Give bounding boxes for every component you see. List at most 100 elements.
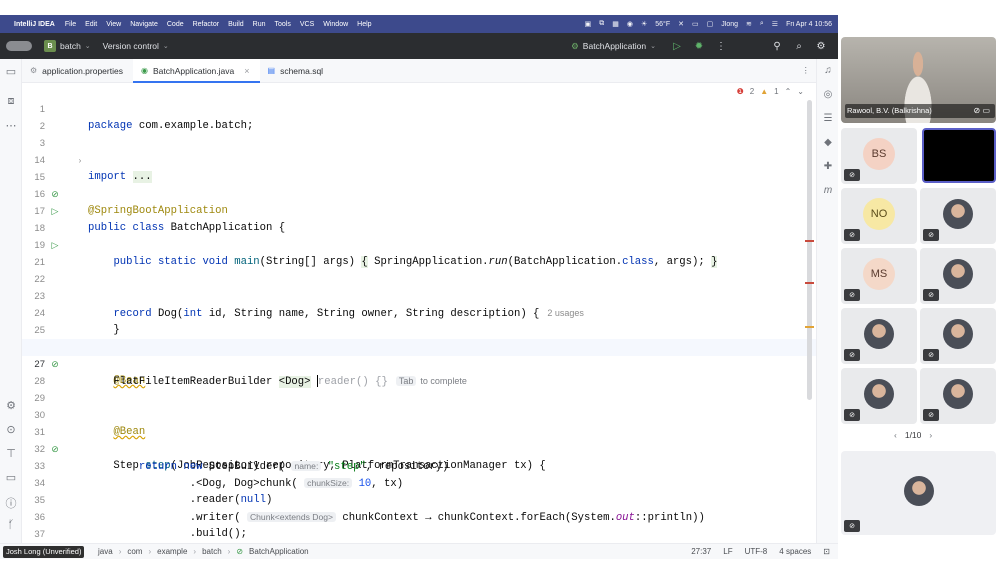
display-icon[interactable]: ▢ bbox=[707, 20, 714, 28]
tab-schema-sql[interactable]: ▤ schema.sql bbox=[260, 59, 334, 82]
datetime-label[interactable]: Fri Apr 4 10:56 bbox=[786, 21, 832, 28]
debug-icon[interactable]: ✹ bbox=[688, 41, 710, 52]
code-line[interactable]: 23 record Dog(int id, String name, Strin… bbox=[22, 271, 816, 320]
ai-assistant-icon[interactable]: ◎ bbox=[817, 89, 839, 100]
run-configuration-selector[interactable]: ⚙ BatchApplication ⌄ bbox=[571, 41, 656, 52]
participant-tile[interactable]: ⊘ bbox=[920, 248, 996, 304]
structure-icon[interactable]: ⧈ bbox=[0, 95, 22, 108]
run-tool-icon[interactable]: ⊙ bbox=[0, 423, 22, 436]
add-user-icon[interactable]: ⚲ bbox=[766, 41, 788, 52]
participant-tile[interactable]: MS ⊘ bbox=[841, 248, 917, 304]
tab-batchapplication-java[interactable]: ◉ BatchApplication.java × bbox=[132, 59, 260, 83]
menu-code[interactable]: Code bbox=[167, 21, 184, 28]
menu-run[interactable]: Run bbox=[253, 21, 266, 28]
teams-status-icon[interactable]: ▣ bbox=[585, 20, 592, 28]
participant-tile[interactable]: ⊘ bbox=[841, 308, 917, 364]
line-separator[interactable]: LF bbox=[723, 547, 732, 556]
user-label[interactable]: Jlong bbox=[721, 21, 738, 28]
menu-help[interactable]: Help bbox=[357, 21, 371, 28]
code-line[interactable]: 1 package com.example.batch; bbox=[22, 84, 816, 132]
chevron-left-icon[interactable]: ‹ bbox=[894, 430, 897, 440]
wifi-icon[interactable]: ≋ bbox=[746, 20, 752, 28]
participant-tile[interactable]: ⊘ bbox=[841, 368, 917, 424]
code-line[interactable]: 14 bbox=[22, 135, 816, 166]
code-line[interactable]: 31 ⊘ Step step(JobRepository repository,… bbox=[22, 407, 816, 472]
chevron-down-icon[interactable]: ⌄ bbox=[85, 42, 91, 50]
app-menu[interactable]: IntelliJ IDEA bbox=[14, 21, 55, 28]
breadcrumb-item[interactable]: BatchApplication bbox=[249, 547, 309, 556]
breadcrumb-item[interactable]: com bbox=[127, 547, 142, 556]
tab-more-icon[interactable]: ⋮ bbox=[802, 59, 817, 82]
more-vertical-icon[interactable]: ⋮ bbox=[710, 41, 732, 52]
notifications-bell-icon[interactable]: ♫ bbox=[817, 65, 839, 76]
code-line[interactable]: 21 bbox=[22, 237, 816, 268]
breadcrumb-item[interactable]: batch bbox=[202, 547, 222, 556]
menu-refactor[interactable]: Refactor bbox=[193, 21, 219, 28]
weather-icon[interactable]: ☀ bbox=[641, 20, 647, 28]
indent-setting[interactable]: 4 spaces bbox=[779, 547, 811, 556]
maven-icon[interactable]: m bbox=[817, 185, 839, 196]
lock-icon[interactable]: ⊡ bbox=[823, 547, 830, 556]
terminal-icon[interactable]: ▭ bbox=[0, 471, 22, 484]
menu-view[interactable]: View bbox=[106, 21, 121, 28]
close-icon[interactable]: × bbox=[244, 66, 249, 76]
code-line[interactable]: 37 } bbox=[22, 509, 816, 540]
menu-edit[interactable]: Edit bbox=[85, 21, 97, 28]
caret-position[interactable]: 27:37 bbox=[691, 547, 711, 556]
breadcrumb-item[interactable]: java bbox=[98, 547, 113, 556]
project-folder-icon[interactable]: ▭ bbox=[0, 65, 22, 78]
code-line[interactable]: 18 ▷ public static void main(String[] ar… bbox=[22, 203, 816, 268]
gradle-icon[interactable]: ◆ bbox=[817, 137, 839, 148]
participant-tile[interactable]: ⊘ bbox=[841, 451, 996, 535]
code-line[interactable]: 17 bbox=[22, 186, 816, 217]
code-line[interactable]: 3 › import ... bbox=[22, 118, 816, 183]
participant-tile[interactable]: ⊘ bbox=[920, 188, 996, 244]
code-line[interactable]: 25 bbox=[22, 305, 816, 336]
code-line-current[interactable]: 27 FlatFileItemReaderBuilder <Dog> reade… bbox=[22, 339, 816, 388]
code-line[interactable]: 19 bbox=[22, 220, 816, 251]
participant-tile[interactable]: BS ⊘ bbox=[841, 128, 917, 184]
warning-stripe-marker[interactable] bbox=[805, 326, 814, 328]
run-icon[interactable]: ▷ bbox=[666, 41, 688, 52]
build-hammer-icon[interactable]: ⊤ bbox=[0, 447, 22, 460]
code-line[interactable]: 26 ⊘ @Bean bbox=[22, 322, 816, 387]
file-encoding[interactable]: UTF-8 bbox=[745, 547, 768, 556]
code-line[interactable]: 22 bbox=[22, 254, 816, 285]
code-line[interactable]: 15 ⊘ @SpringBootApplication bbox=[22, 152, 816, 217]
record-icon[interactable]: ◉ bbox=[627, 20, 633, 28]
weather-label[interactable]: 56°F bbox=[655, 21, 670, 28]
menu-vcs[interactable]: VCS bbox=[300, 21, 314, 28]
window-icon[interactable]: ▭ bbox=[692, 20, 699, 28]
code-line[interactable]: 28 bbox=[22, 356, 816, 387]
participant-tile[interactable]: ⊘ bbox=[920, 308, 996, 364]
menu-build[interactable]: Build bbox=[228, 21, 244, 28]
spotlight-icon[interactable]: ⌕ bbox=[760, 20, 764, 28]
tab-application-properties[interactable]: ⚙ application.properties bbox=[22, 59, 133, 82]
git-branch-icon[interactable]: ᚶ bbox=[0, 519, 22, 531]
participant-tile[interactable]: NO ⊘ bbox=[841, 188, 917, 244]
code-line[interactable]: 16 ▷ public class BatchApplication { bbox=[22, 169, 816, 234]
code-line[interactable]: 38 bbox=[22, 526, 816, 543]
breadcrumb-item[interactable]: example bbox=[157, 547, 187, 556]
main-menu-toggle[interactable] bbox=[6, 41, 32, 51]
vertical-scrollbar[interactable] bbox=[807, 100, 812, 400]
error-stripe-marker[interactable] bbox=[805, 282, 814, 284]
more-horizontal-icon[interactable]: ⋯ bbox=[0, 119, 22, 132]
settings-gear-icon[interactable]: ⚙ bbox=[810, 41, 832, 52]
services-icon[interactable]: ⚙ bbox=[0, 399, 22, 412]
menu-navigate[interactable]: Navigate bbox=[130, 21, 158, 28]
code-line[interactable]: 35 .writer( Chunk<extends Dog> chunkCont… bbox=[22, 475, 816, 524]
control-center-icon[interactable]: ☰ bbox=[772, 20, 778, 28]
menu-file[interactable]: File bbox=[65, 21, 76, 28]
participant-tile[interactable]: ⊘ bbox=[920, 368, 996, 424]
plugin-icon[interactable]: ✚ bbox=[817, 161, 839, 172]
problems-icon[interactable]: ⓘ bbox=[0, 495, 22, 511]
database-icon[interactable]: ☰ bbox=[817, 113, 839, 124]
code-line[interactable]: 24 } bbox=[22, 288, 816, 336]
menu-window[interactable]: Window bbox=[323, 21, 348, 28]
error-stripe-marker[interactable] bbox=[805, 240, 814, 242]
code-line[interactable]: 2 bbox=[22, 101, 816, 132]
active-speaker-tile[interactable]: Rawool, B.V. (Balkrishna) ⊘ ▭ bbox=[841, 37, 996, 123]
self-view-tile[interactable] bbox=[922, 128, 996, 183]
chevron-down-icon[interactable]: ⌄ bbox=[163, 42, 169, 50]
